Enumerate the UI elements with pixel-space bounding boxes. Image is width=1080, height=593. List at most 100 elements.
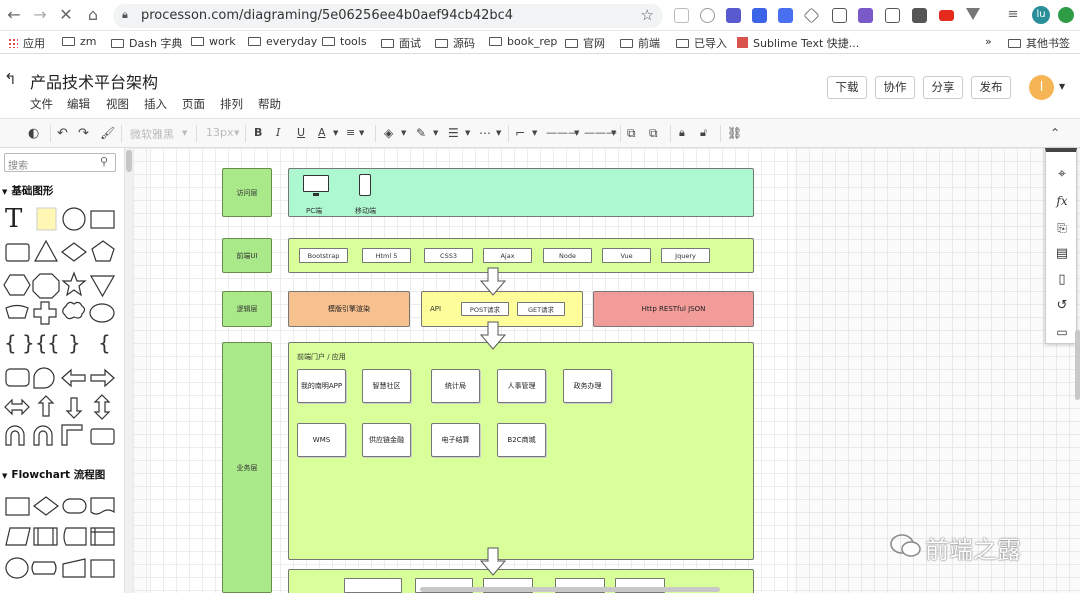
menu-view[interactable]: 视图 bbox=[106, 96, 129, 112]
menu-edit[interactable]: 编辑 bbox=[67, 96, 90, 112]
triangle-shape[interactable] bbox=[33, 239, 59, 262]
other-bookmarks[interactable]: 其他书签 bbox=[1008, 35, 1070, 51]
link-icon[interactable]: ⛓︎ bbox=[727, 126, 742, 140]
chevron-down-icon[interactable]: ▼ bbox=[1059, 82, 1065, 91]
menu-arrange[interactable]: 排列 bbox=[220, 96, 243, 112]
extension-icon[interactable] bbox=[966, 8, 980, 20]
menu-help[interactable]: 帮助 bbox=[258, 96, 281, 112]
shape-search-input[interactable]: 搜索 ⚲ bbox=[4, 153, 116, 172]
brace-right-shape[interactable]: } bbox=[68, 331, 81, 355]
menu-insert[interactable]: 插入 bbox=[144, 96, 167, 112]
user-avatar[interactable]: l bbox=[1029, 75, 1054, 100]
bookmark-folder[interactable]: 源码 bbox=[435, 35, 475, 51]
back-icon[interactable]: ← bbox=[4, 5, 24, 25]
bracket-pair-shape[interactable]: }{ bbox=[22, 331, 47, 355]
stored-data-shape[interactable] bbox=[63, 527, 87, 546]
line-color-icon[interactable]: ✎ bbox=[416, 126, 426, 140]
star-shape[interactable] bbox=[61, 271, 87, 297]
pages-icon[interactable]: ▤ bbox=[1054, 246, 1070, 262]
stop-icon[interactable]: ✕ bbox=[56, 5, 76, 25]
menu-page[interactable]: 页面 bbox=[182, 96, 205, 112]
bookmark-star-icon[interactable]: ☆ bbox=[641, 6, 654, 24]
canvas-vertical-scrollbar[interactable] bbox=[1075, 330, 1080, 400]
rounded-shape[interactable] bbox=[5, 368, 30, 387]
format-painter-shape-icon[interactable]: ◐ bbox=[28, 126, 39, 141]
extension-icon[interactable] bbox=[885, 8, 900, 23]
cloud-shape[interactable] bbox=[62, 301, 86, 320]
underline-icon[interactable]: U bbox=[297, 126, 305, 139]
extension-icon[interactable] bbox=[778, 8, 793, 23]
internal-storage-shape[interactable] bbox=[90, 527, 115, 546]
lock-icon[interactable]: 🔒︎ bbox=[679, 126, 685, 140]
down-arrow[interactable] bbox=[479, 267, 507, 296]
curly-shape[interactable]: { bbox=[98, 331, 111, 355]
shape-library-scrollbar[interactable] bbox=[125, 148, 133, 593]
arrow-left-shape[interactable] bbox=[61, 368, 86, 388]
octagon-shape[interactable] bbox=[32, 273, 60, 299]
forward-icon[interactable]: → bbox=[30, 5, 50, 25]
bookmark-folder[interactable]: 面试 bbox=[381, 35, 421, 51]
extension-icon[interactable] bbox=[912, 8, 927, 23]
back-arrow-icon[interactable]: ↰ bbox=[4, 70, 17, 88]
extension-icon[interactable] bbox=[858, 8, 873, 23]
italic-icon[interactable]: I bbox=[276, 126, 280, 139]
bookmark-apps[interactable]: 应用 bbox=[8, 35, 45, 51]
bookmark-folder[interactable]: Dash 字典 bbox=[111, 35, 182, 51]
document-shape[interactable] bbox=[90, 497, 115, 515]
arrow-down-shape[interactable] bbox=[65, 397, 83, 419]
profile-avatar[interactable]: lu bbox=[1032, 6, 1050, 24]
formula-icon[interactable]: fx bbox=[1054, 193, 1070, 209]
extension-icon[interactable] bbox=[832, 8, 847, 23]
extension-icon[interactable] bbox=[674, 8, 689, 23]
bookmark-sublime[interactable]: Sublime Text 快捷... bbox=[737, 35, 859, 51]
line-width-icon[interactable]: ☰ bbox=[448, 126, 459, 140]
line-style-icon[interactable]: ⋯ bbox=[479, 126, 491, 140]
rectangle-shape[interactable] bbox=[90, 210, 115, 229]
process-shape[interactable] bbox=[5, 497, 30, 516]
publish-button[interactable]: 发布 bbox=[971, 76, 1011, 99]
collapse-toolbar-icon[interactable]: ⌃ bbox=[1050, 126, 1060, 140]
u-turn-arrow-shape[interactable] bbox=[33, 425, 53, 446]
manual-input-shape[interactable] bbox=[62, 558, 86, 578]
diagram-canvas[interactable]: 访问层 PC端 移动端 前端UI Bootstrap Html 5 CSS3 A… bbox=[133, 148, 1080, 593]
history-icon[interactable]: ↺ bbox=[1054, 298, 1070, 314]
canvas-horizontal-scrollbar[interactable] bbox=[420, 587, 720, 592]
ellipse-shape[interactable] bbox=[89, 303, 115, 323]
double-arrow-h-shape[interactable] bbox=[4, 398, 30, 416]
send-back-icon[interactable]: ⧉ bbox=[649, 126, 658, 141]
hexagon-shape[interactable] bbox=[3, 274, 31, 296]
u-turn-shape[interactable] bbox=[5, 425, 25, 446]
diamond-shape[interactable] bbox=[61, 242, 87, 262]
navigator-icon[interactable]: ⌖ bbox=[1054, 166, 1070, 182]
bring-front-icon[interactable]: ⧉ bbox=[627, 126, 636, 141]
data-properties-icon[interactable]: ⎘ bbox=[1054, 220, 1070, 236]
youtube-icon[interactable] bbox=[939, 10, 954, 21]
button-shape[interactable] bbox=[90, 428, 115, 445]
search-icon[interactable]: ⚲ bbox=[100, 155, 108, 168]
note-shape[interactable] bbox=[36, 207, 57, 231]
predefined-process-shape[interactable] bbox=[33, 527, 58, 546]
bookmark-folder[interactable]: work bbox=[191, 35, 236, 48]
address-bar[interactable]: 🔒︎ processon.com/diagraming/5e06256ee4b0… bbox=[113, 4, 663, 28]
circle-shape[interactable] bbox=[62, 207, 86, 231]
redo-icon[interactable]: ↷ bbox=[78, 126, 89, 141]
pentagon-shape[interactable] bbox=[91, 240, 115, 262]
page-icon[interactable]: ▯ bbox=[1054, 272, 1070, 288]
arrow-up-shape[interactable] bbox=[37, 395, 55, 417]
brace-left-shape[interactable]: { bbox=[47, 331, 60, 355]
inverted-triangle-shape[interactable] bbox=[89, 275, 116, 298]
extension-icon[interactable] bbox=[726, 8, 741, 23]
share-button[interactable]: 分享 bbox=[923, 76, 963, 99]
extension-icon[interactable] bbox=[803, 7, 820, 24]
decision-shape[interactable] bbox=[33, 496, 59, 516]
format-brush-icon[interactable]: 🖌︎ bbox=[100, 126, 115, 140]
extension-icon[interactable] bbox=[700, 8, 715, 23]
bookmark-folder[interactable]: tools bbox=[322, 35, 367, 48]
font-color-icon[interactable]: A bbox=[318, 126, 326, 139]
bookmark-folder[interactable]: everyday bbox=[248, 35, 317, 48]
brace-shape[interactable]: { bbox=[4, 331, 17, 355]
unlock-icon[interactable]: 🔓︎ bbox=[700, 126, 707, 140]
down-arrow[interactable] bbox=[479, 321, 507, 350]
fill-color-icon[interactable]: ◈ bbox=[384, 126, 393, 140]
text-shape[interactable]: T bbox=[5, 204, 23, 234]
